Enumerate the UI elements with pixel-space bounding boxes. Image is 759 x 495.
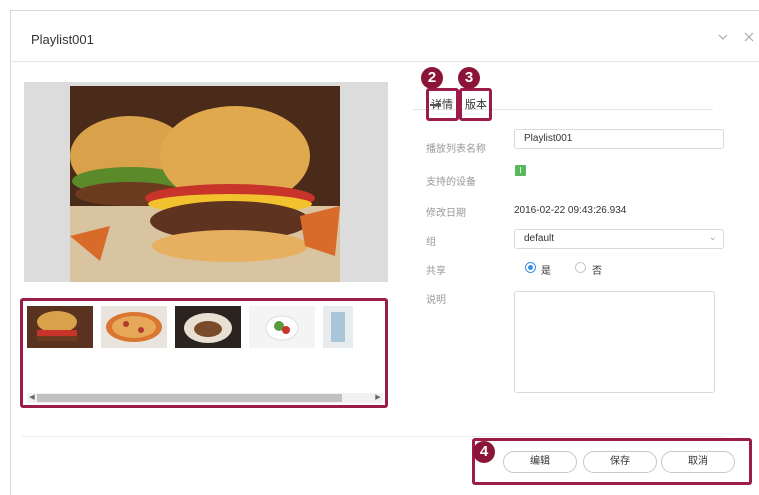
description-label: 说明 [426,295,446,306]
cancel-button[interactable]: 取消 [661,451,735,473]
dialog-header: Playlist001 [11,11,759,62]
thumbnail-food-bowl[interactable] [175,306,241,348]
thumbnail-salad[interactable] [249,306,315,348]
share-no-radio[interactable] [575,262,586,273]
share-yes-label: 是 [541,266,551,277]
preview-image [70,86,340,282]
group-select-value: default [524,233,555,244]
description-textarea[interactable] [514,291,715,393]
modified-date: 2016-02-22 09:43:26.934 [514,205,627,216]
scrollbar-thumb[interactable] [37,394,342,402]
tab-versions-highlight [459,88,492,121]
thumbnail-burger[interactable] [27,306,93,348]
save-button[interactable]: 保存 [583,451,657,473]
device-icon: I [515,165,526,176]
thumbnail-drink[interactable] [323,306,353,348]
scroll-right-icon[interactable]: ▶ [373,393,383,403]
badge-3: 3 [458,67,480,89]
badge-4: 4 [473,441,495,463]
dialog-title: Playlist001 [31,32,94,47]
device-label: 支持的设备 [426,177,476,188]
chevron-down-icon: ⌄ [708,232,717,243]
edit-button[interactable]: 编辑 [503,451,577,473]
date-label: 修改日期 [426,208,466,219]
tab-details-highlight [426,88,459,121]
share-label: 共享 [426,266,446,277]
share-no-label: 否 [592,266,602,277]
playlist-name-input[interactable]: Playlist001 [514,129,724,149]
horizontal-scrollbar[interactable]: ◀ ▶ [27,393,383,403]
group-label: 组 [426,237,436,248]
badge-2: 2 [421,67,443,89]
chevron-down-icon[interactable] [716,30,730,46]
scroll-left-icon[interactable]: ◀ [27,393,37,403]
thumbnail-pizza[interactable] [101,306,167,348]
group-select[interactable]: default ⌄ [514,229,724,249]
thumbnail-strip: ◀ ▶ [20,298,388,408]
share-yes-radio[interactable] [525,262,536,273]
footer-divider [22,436,723,437]
close-icon[interactable] [742,30,756,46]
name-label: 播放列表名称 [426,144,486,155]
